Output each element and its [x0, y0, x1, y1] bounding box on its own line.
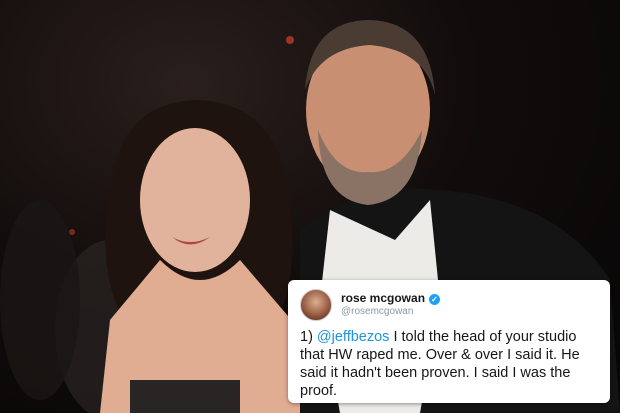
mention-link[interactable]: @jeffbezos — [317, 329, 390, 345]
tweet-text: 1) @jeffbezos I told the head of your st… — [300, 328, 598, 400]
tweet-text-prefix: 1) — [300, 329, 317, 345]
tweet-card[interactable]: rose mcgowan ✓ @rosemcgowan 1) @jeffbezo… — [288, 280, 610, 403]
user-avatar[interactable] — [300, 289, 332, 321]
user-handle[interactable]: @rosemcgowan — [341, 306, 440, 318]
display-name[interactable]: rose mcgowan — [341, 292, 425, 306]
tweet-header: rose mcgowan ✓ @rosemcgowan — [300, 288, 598, 322]
verified-badge-icon: ✓ — [429, 293, 441, 305]
name-row: rose mcgowan ✓ — [341, 292, 441, 306]
tweet-author: rose mcgowan ✓ @rosemcgowan — [341, 292, 441, 318]
